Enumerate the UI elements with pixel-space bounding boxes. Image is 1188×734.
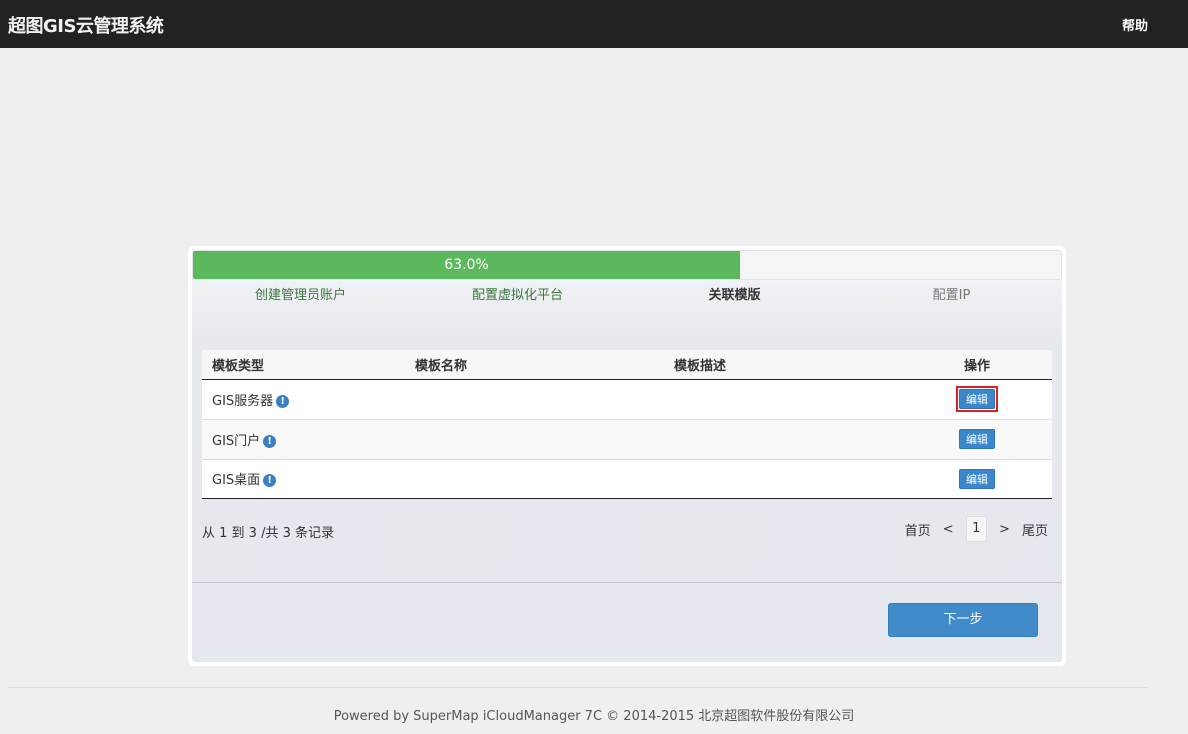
col-operations: 操作 <box>902 350 1052 380</box>
progress-label: 63.0% <box>444 257 489 273</box>
app-brand[interactable]: 超图GIS云管理系统 <box>8 12 164 38</box>
footer-divider <box>8 687 1148 688</box>
template-type-label: GIS门户 <box>212 433 261 449</box>
cell-template-type: GIS门户! <box>202 419 405 460</box>
record-count: 从 1 到 3 /共 3 条记录 <box>202 526 334 541</box>
section-divider <box>192 582 1062 583</box>
pager-first[interactable]: 首页 <box>905 520 931 539</box>
table-row: GIS服务器! 编辑 <box>202 379 1052 420</box>
cell-template-name <box>405 459 664 499</box>
setup-wizard: 63.0% 创建管理员账户 配置虚拟化平台 关联模版 配置IP 模板类型 模板名… <box>188 246 1066 666</box>
col-template-desc[interactable]: 模板描述 <box>664 350 902 380</box>
pager-next[interactable]: > <box>999 522 1010 537</box>
edit-button[interactable]: 编辑 <box>959 468 995 489</box>
help-link[interactable]: 帮助 <box>1122 15 1148 34</box>
edit-button-wrap: 编辑 <box>959 429 995 449</box>
table-header-row: 模板类型 模板名称 模板描述 操作 <box>202 350 1052 380</box>
cell-template-type: GIS桌面! <box>202 459 405 499</box>
edit-button[interactable]: 编辑 <box>959 429 995 449</box>
step-create-admin: 创建管理员账户 <box>254 288 346 303</box>
wizard-panel: 63.0% 创建管理员账户 配置虚拟化平台 关联模版 配置IP 模板类型 模板名… <box>192 250 1062 662</box>
pager-current-page[interactable]: 1 <box>965 516 987 542</box>
step-config-ip: 配置IP <box>932 288 971 303</box>
info-icon[interactable]: ! <box>276 394 290 408</box>
pagination: 首页 < 1 > 尾页 <box>897 516 1048 542</box>
top-navbar: 超图GIS云管理系统 帮助 <box>0 0 1188 48</box>
next-step-button[interactable]: 下一步 <box>888 603 1038 637</box>
cell-template-name <box>405 379 664 420</box>
cell-operations: 编辑 <box>902 459 1052 499</box>
cell-operations: 编辑 <box>902 379 1052 420</box>
progress-bar: 63.0% <box>192 250 1062 280</box>
pager-last[interactable]: 尾页 <box>1022 520 1048 539</box>
cell-template-desc <box>664 419 902 460</box>
info-icon[interactable]: ! <box>263 434 277 448</box>
info-icon[interactable]: ! <box>263 474 277 487</box>
table-row: GIS桌面! 编辑 <box>202 459 1052 499</box>
cell-template-type: GIS服务器! <box>202 379 405 420</box>
template-type-label: GIS服务器 <box>212 393 274 409</box>
cell-template-desc <box>664 379 902 420</box>
step-config-virtualization: 配置虚拟化平台 <box>471 288 563 303</box>
template-table: 模板类型 模板名称 模板描述 操作 GIS服务器! 编辑 GIS门户! 编辑 G… <box>202 350 1052 499</box>
step-link-template: 关联模版 <box>708 288 761 303</box>
edit-button-wrap: 编辑 <box>959 468 995 489</box>
edit-highlight-frame: 编辑 <box>956 386 998 412</box>
cell-template-desc <box>664 459 902 499</box>
edit-button[interactable]: 编辑 <box>959 389 995 409</box>
template-type-label: GIS桌面 <box>212 473 261 488</box>
cell-template-name <box>405 419 664 460</box>
wizard-steps: 创建管理员账户 配置虚拟化平台 关联模版 配置IP <box>192 282 1062 306</box>
footer-copyright: Powered by SuperMap iCloudManager 7C © 2… <box>333 709 855 724</box>
table-row: GIS门户! 编辑 <box>202 419 1052 460</box>
col-template-name[interactable]: 模板名称 <box>405 350 664 380</box>
cell-operations: 编辑 <box>902 419 1052 460</box>
col-template-type[interactable]: 模板类型 <box>202 350 405 380</box>
pager-prev[interactable]: < <box>943 522 954 537</box>
